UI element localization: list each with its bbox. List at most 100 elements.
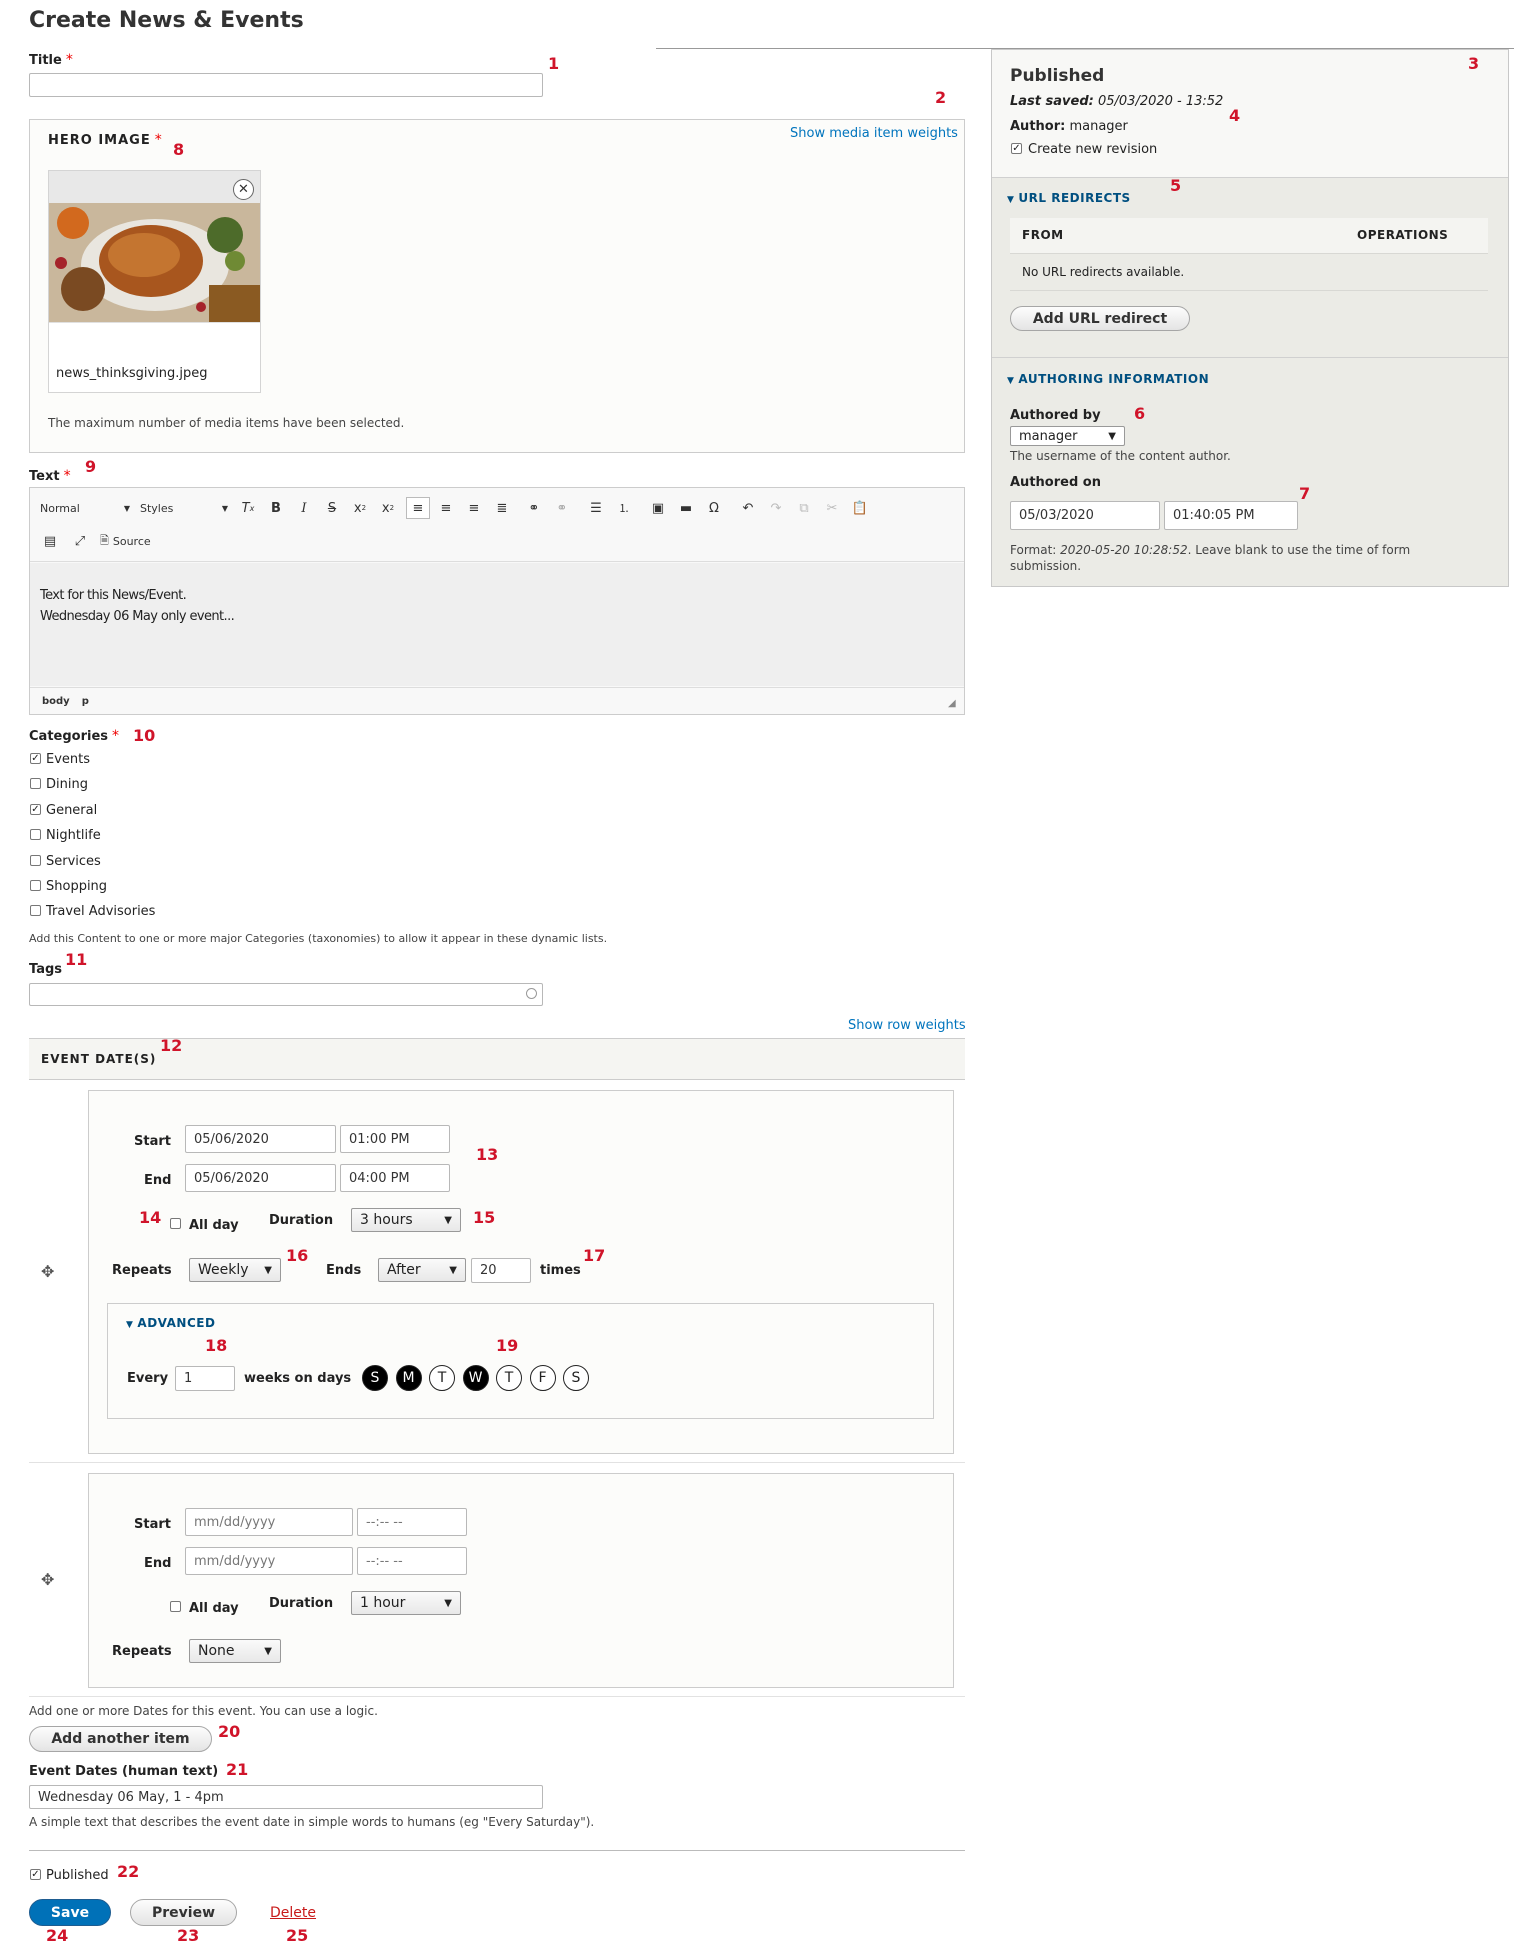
- ends-count-input[interactable]: 20: [471, 1258, 531, 1283]
- published-checkbox[interactable]: ✓: [30, 1869, 41, 1880]
- every-input[interactable]: 1: [175, 1366, 235, 1391]
- category-checkbox[interactable]: [30, 880, 41, 891]
- repeats-label: Repeats: [112, 1263, 172, 1278]
- strikethrough-icon[interactable]: S: [322, 498, 342, 518]
- media-item-card: ✕ news_thinksgiving.jpeg: [48, 170, 261, 393]
- show-media-weights-link[interactable]: Show media item weights: [790, 126, 958, 141]
- align-center-icon[interactable]: ≡: [436, 498, 456, 518]
- category-checkbox[interactable]: ✓: [30, 753, 41, 764]
- ends-select[interactable]: After ▼: [378, 1258, 466, 1282]
- category-checkbox[interactable]: [30, 829, 41, 841]
- resize-handle-icon[interactable]: ◢: [948, 698, 956, 709]
- authored-by-select[interactable]: manager ▼: [1010, 426, 1125, 446]
- advanced-toggle[interactable]: ▼ ADVANCED: [126, 1316, 215, 1330]
- categories-help: Add this Content to one or more major Ca…: [29, 932, 608, 945]
- end-date-input[interactable]: 05/06/2020: [185, 1164, 336, 1192]
- category-checkbox[interactable]: [30, 778, 41, 790]
- special-character-icon[interactable]: Ω: [704, 498, 724, 518]
- all-day-checkbox[interactable]: [170, 1601, 181, 1612]
- save-button[interactable]: Save: [29, 1899, 111, 1926]
- annotation-5: 5: [1170, 176, 1182, 195]
- cut-icon[interactable]: ✂: [822, 498, 842, 518]
- duration-select[interactable]: 1 hour ▼: [351, 1591, 461, 1615]
- end-time-input[interactable]: --:-- --: [357, 1547, 467, 1575]
- weekday-toggle[interactable]: S: [362, 1365, 388, 1391]
- bold-icon[interactable]: B: [266, 498, 286, 518]
- title-input[interactable]: [29, 73, 543, 97]
- category-label: Dining: [46, 777, 88, 793]
- horizontal-line-icon[interactable]: ▬: [676, 498, 696, 518]
- categories-label: Categories *: [29, 728, 120, 744]
- undo-icon[interactable]: ↶: [738, 498, 758, 518]
- all-day-checkbox[interactable]: [170, 1218, 181, 1229]
- subscript-icon[interactable]: x2: [378, 498, 398, 518]
- chevron-down-icon: ▼: [221, 503, 228, 513]
- tags-input[interactable]: [29, 983, 543, 1006]
- duration-label: Duration: [269, 1213, 334, 1228]
- remove-media-button[interactable]: ✕: [233, 179, 254, 200]
- paste-icon[interactable]: 📋: [850, 498, 870, 518]
- show-row-weights-link[interactable]: Show row weights: [848, 1018, 966, 1033]
- annotation-3: 3: [1468, 54, 1480, 73]
- duration-select[interactable]: 3 hours ▼: [351, 1208, 461, 1232]
- delete-link[interactable]: Delete: [270, 1905, 316, 1921]
- italic-icon[interactable]: I: [294, 498, 314, 518]
- align-right-icon[interactable]: ≡: [464, 498, 484, 518]
- annotation-4: 4: [1229, 106, 1241, 125]
- duration-value: 3 hours: [360, 1212, 413, 1228]
- chevron-down-icon: ▼: [123, 503, 130, 513]
- copy-icon[interactable]: ⧉: [794, 498, 814, 518]
- bulleted-list-icon[interactable]: ☰: [586, 498, 606, 518]
- numbered-list-icon[interactable]: ⒈: [614, 498, 634, 518]
- human-text-input[interactable]: Wednesday 06 May, 1 - 4pm: [29, 1785, 543, 1809]
- maximize-icon[interactable]: ⤢: [70, 531, 90, 551]
- create-revision-checkbox[interactable]: ✓: [1011, 143, 1022, 154]
- align-left-icon[interactable]: ≡: [406, 497, 430, 519]
- create-revision-label: Create new revision: [1028, 142, 1158, 157]
- end-date-input[interactable]: mm/dd/yyyy: [185, 1547, 353, 1575]
- authored-on-date-input[interactable]: 05/03/2020: [1010, 501, 1160, 530]
- category-checkbox[interactable]: [30, 854, 41, 866]
- unlink-icon[interactable]: ⚭: [552, 498, 572, 518]
- remove-format-icon[interactable]: Tx: [238, 498, 258, 518]
- path-body[interactable]: body: [42, 696, 70, 707]
- redo-icon[interactable]: ↷: [766, 498, 786, 518]
- source-button[interactable]: 🗎 Source: [100, 531, 151, 551]
- authored-on-time-input[interactable]: 01:40:05 PM: [1164, 501, 1298, 530]
- weekday-toggle[interactable]: F: [529, 1365, 556, 1391]
- weekday-toggle[interactable]: W: [462, 1365, 489, 1391]
- drag-handle-icon[interactable]: ✥: [41, 1570, 54, 1589]
- add-another-item-button[interactable]: Add another item: [29, 1726, 212, 1752]
- link-icon[interactable]: ⚭: [524, 498, 544, 518]
- styles-select[interactable]: Styles ▼: [140, 498, 228, 518]
- format-select[interactable]: Normal ▼: [40, 498, 130, 518]
- authoring-info-toggle[interactable]: ▼ AUTHORING INFORMATION: [1007, 372, 1209, 386]
- weekday-toggle[interactable]: S: [563, 1365, 589, 1391]
- repeats-select[interactable]: Weekly ▼: [189, 1258, 281, 1282]
- weekday-toggle[interactable]: T: [429, 1365, 455, 1391]
- justify-icon[interactable]: ≣: [492, 498, 512, 518]
- published-label: Published: [46, 1868, 109, 1883]
- image-icon[interactable]: ▣: [648, 498, 668, 518]
- repeats-select[interactable]: None ▼: [189, 1639, 281, 1663]
- start-date-input[interactable]: mm/dd/yyyy: [185, 1508, 353, 1536]
- weeks-on-days-label: weeks on days: [244, 1371, 352, 1386]
- add-url-redirect-button[interactable]: Add URL redirect: [1010, 306, 1190, 331]
- category-checkbox[interactable]: [30, 905, 41, 917]
- weekday-toggle[interactable]: M: [395, 1365, 422, 1391]
- start-time-input[interactable]: --:-- --: [357, 1508, 467, 1536]
- preview-button[interactable]: Preview: [130, 1899, 237, 1926]
- show-blocks-icon[interactable]: ▤: [40, 531, 60, 551]
- row-divider: [29, 1696, 965, 1697]
- superscript-icon[interactable]: x2: [350, 498, 370, 518]
- duration-label: Duration: [269, 1596, 334, 1611]
- category-checkbox[interactable]: ✓: [30, 803, 41, 815]
- start-date-input[interactable]: 05/06/2020: [185, 1125, 336, 1153]
- start-time-input[interactable]: 01:00 PM: [340, 1125, 450, 1153]
- weekday-toggle[interactable]: T: [496, 1365, 522, 1391]
- path-p[interactable]: p: [82, 696, 89, 707]
- url-redirects-toggle[interactable]: ▼ URL REDIRECTS: [1007, 191, 1131, 205]
- drag-handle-icon[interactable]: ✥: [41, 1262, 54, 1281]
- end-time-input[interactable]: 04:00 PM: [340, 1164, 450, 1192]
- editor-content[interactable]: Text for this News/Event. Wednesday 06 M…: [30, 563, 964, 686]
